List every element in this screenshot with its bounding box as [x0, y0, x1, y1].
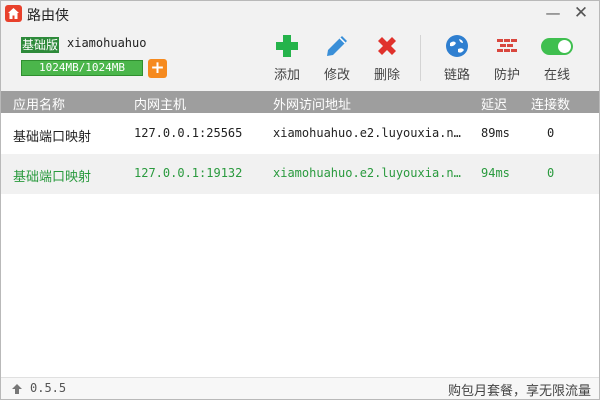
app-window: 路由侠 — ✕ 基础版 xiamohuahuo 1024MB/1024MB + … [0, 0, 600, 400]
add-button[interactable]: 添加 [265, 33, 309, 83]
route-label: 链路 [443, 68, 470, 83]
table-row[interactable]: 基础端口映射 127.0.0.1:19132 xiamohuahuo.e2.lu… [1, 154, 599, 194]
column-header-latency[interactable]: 延迟 [481, 94, 507, 113]
row-address: xiamohuahuo.e2.luyouxia.net:… [273, 166, 463, 180]
row-latency: 94ms [481, 166, 510, 180]
row-host: 127.0.0.1:19132 [134, 166, 243, 180]
title-bar[interactable]: 路由侠 — ✕ [1, 1, 599, 27]
close-button[interactable]: ✕ [569, 2, 593, 24]
edit-button[interactable]: 修改 [315, 33, 359, 83]
promo-link[interactable]: 购包月套餐，享无限流量 [448, 380, 591, 399]
globe-icon [446, 35, 468, 57]
edit-label: 修改 [323, 68, 350, 83]
toolbar-separator [420, 35, 421, 81]
column-header-connections[interactable]: 连接数 [531, 94, 570, 113]
row-latency: 89ms [481, 126, 510, 140]
add-quota-button[interactable]: + [148, 59, 167, 78]
toggle-on-icon [541, 38, 573, 55]
pencil-icon [327, 36, 347, 56]
window-title: 路由侠 [27, 8, 69, 24]
upload-arrow-icon[interactable] [11, 383, 23, 395]
username: xiamohuahuo [67, 36, 147, 50]
add-label: 添加 [273, 68, 300, 83]
row-address: xiamohuahuo.e2.luyouxia.net:… [273, 126, 463, 140]
delete-button[interactable]: 删除 [365, 33, 409, 83]
guard-button[interactable]: 防护 [485, 33, 529, 83]
column-header-address[interactable]: 外网访问地址 [273, 94, 351, 113]
row-connections: 0 [547, 166, 555, 180]
table-header: 应用名称 内网主机 外网访问地址 延迟 连接数 [1, 91, 599, 113]
route-button[interactable]: 链路 [435, 33, 479, 83]
row-app-name: 基础端口映射 [13, 130, 92, 145]
row-app-name: 基础端口映射 [13, 170, 92, 185]
delete-label: 删除 [373, 68, 400, 83]
quota-bar: 1024MB/1024MB [21, 60, 143, 76]
online-label: 在线 [543, 68, 570, 83]
status-bar: 0.5.5 购包月套餐，享无限流量 [1, 377, 599, 399]
account-header: 基础版 xiamohuahuo 1024MB/1024MB + 添加 修改 删除… [1, 27, 599, 91]
row-host: 127.0.0.1:25565 [134, 126, 243, 140]
column-header-name[interactable]: 应用名称 [13, 94, 65, 113]
firewall-icon [497, 39, 517, 52]
column-header-host[interactable]: 内网主机 [134, 94, 186, 113]
table-row[interactable]: 基础端口映射 127.0.0.1:25565 xiamohuahuo.e2.lu… [1, 114, 599, 154]
online-toggle[interactable]: 在线 [535, 33, 579, 83]
home-icon [5, 5, 22, 22]
row-connections: 0 [547, 126, 555, 140]
guard-label: 防护 [493, 68, 520, 83]
version-text: 0.5.5 [30, 381, 67, 395]
minimize-button[interactable]: — [541, 2, 565, 24]
plan-badge[interactable]: 基础版 [21, 37, 60, 53]
plus-icon [276, 35, 298, 57]
delete-x-icon [378, 37, 396, 55]
